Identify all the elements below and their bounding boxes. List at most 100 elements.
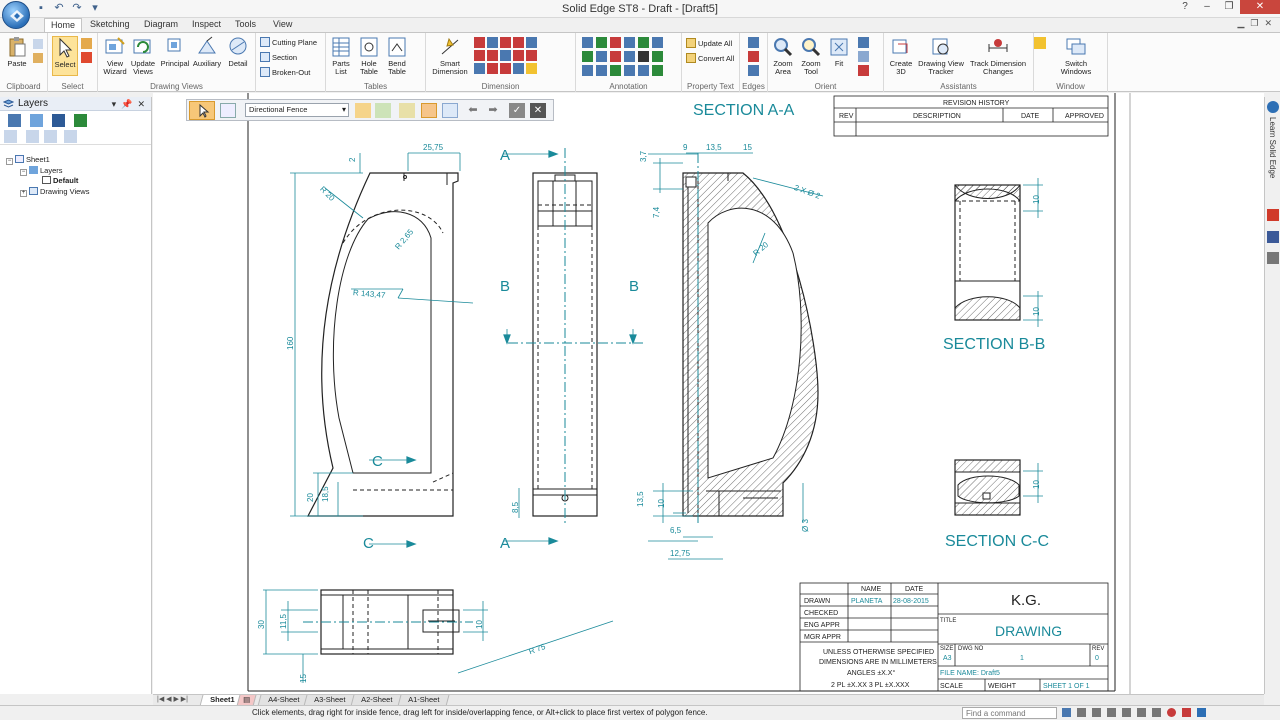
tab-sketching[interactable]: Sketching bbox=[84, 18, 136, 32]
dim-tool-icon[interactable] bbox=[526, 37, 537, 48]
dimension-text[interactable]: 6,5 bbox=[670, 526, 682, 535]
layer-tool-icon[interactable] bbox=[30, 114, 43, 127]
cutting-plane-button[interactable]: Cutting Plane bbox=[260, 36, 317, 49]
dimension-text[interactable]: R 2,65 bbox=[393, 227, 415, 251]
dim-tool-icon[interactable] bbox=[487, 37, 498, 48]
title-block[interactable]: NAME DATE DRAWN PLANETA 28-08-2015 CHECK… bbox=[799, 582, 1109, 692]
edges-tool-icon[interactable] bbox=[748, 37, 759, 48]
update-all-button[interactable]: Update All bbox=[686, 37, 732, 50]
front-view[interactable] bbox=[307, 172, 459, 517]
dim-tool-icon[interactable] bbox=[526, 63, 537, 74]
next-icon[interactable]: ➡ bbox=[485, 103, 501, 118]
close-button[interactable]: ✕ bbox=[1240, 0, 1280, 14]
doc-restore-button[interactable]: ❐ bbox=[1250, 18, 1258, 29]
zoom-in-status-icon[interactable] bbox=[1092, 708, 1101, 717]
annotation-tool-icon[interactable] bbox=[596, 37, 607, 48]
annotation-tool-icon[interactable] bbox=[652, 65, 663, 76]
dimension-text[interactable]: 10 bbox=[1032, 480, 1041, 489]
fence-rectangle-icon[interactable] bbox=[421, 103, 437, 118]
sheet-nav-arrows[interactable]: |◀ ◀ ▶ ▶| bbox=[157, 695, 188, 703]
restore-button[interactable]: ❐ bbox=[1218, 0, 1240, 14]
pan-status-icon[interactable] bbox=[1122, 708, 1131, 717]
dim-tool-icon[interactable] bbox=[513, 63, 524, 74]
select-button[interactable]: Select bbox=[52, 36, 78, 76]
tab-tools[interactable]: Tools bbox=[229, 18, 262, 32]
zoom-icon[interactable] bbox=[858, 51, 869, 62]
zoom-area-button[interactable]: Zoom Area bbox=[768, 36, 798, 76]
parts-list-button[interactable]: Parts List bbox=[326, 36, 356, 76]
upload-icon[interactable] bbox=[1197, 708, 1206, 717]
dimension-text[interactable]: 18,5 bbox=[321, 486, 330, 502]
annotation-tool-icon[interactable] bbox=[624, 51, 635, 62]
annotation-tool-icon[interactable] bbox=[638, 51, 649, 62]
revision-history-table[interactable]: REVISION HISTORY REV DESCRIPTION DATE AP… bbox=[833, 95, 1109, 137]
annotation-tool-icon[interactable] bbox=[652, 51, 663, 62]
fence-mode-dropdown[interactable]: Directional Fence bbox=[245, 103, 349, 117]
fence-overlap-icon[interactable] bbox=[442, 103, 458, 118]
dimension-text[interactable]: 7,4 bbox=[652, 206, 661, 218]
dim-tool-icon[interactable] bbox=[500, 37, 511, 48]
dimension-text[interactable]: 10 bbox=[657, 499, 666, 508]
tab-view[interactable]: View bbox=[267, 18, 298, 32]
collapse-icon[interactable]: − bbox=[6, 158, 13, 165]
doc-minimize-button[interactable]: ▁ bbox=[1237, 18, 1244, 29]
search-icon[interactable] bbox=[1062, 708, 1071, 717]
broken-out-button[interactable]: Broken-Out bbox=[260, 66, 310, 79]
siemens-icon[interactable] bbox=[1267, 252, 1279, 264]
copy-icon[interactable] bbox=[33, 53, 43, 63]
annotation-tool-icon[interactable] bbox=[610, 65, 621, 76]
dimension-text[interactable]: R 75 bbox=[528, 642, 547, 656]
dim-tool-icon[interactable] bbox=[513, 50, 524, 61]
zoom-tool-button[interactable]: Zoom Tool bbox=[796, 36, 826, 76]
dimension-text[interactable]: 2 X Ø 2 bbox=[793, 183, 822, 201]
minimize-button[interactable]: – bbox=[1196, 0, 1218, 14]
section-aa-title[interactable]: SECTION A-A bbox=[693, 102, 795, 119]
annotation-tool-icon[interactable] bbox=[582, 37, 593, 48]
section-c-c-view[interactable] bbox=[954, 459, 1021, 516]
switch-windows-button[interactable]: Switch Windows bbox=[1054, 36, 1098, 76]
select-arrow-button[interactable] bbox=[189, 101, 215, 120]
dimension-text[interactable]: 15 bbox=[743, 143, 752, 152]
section-b-b-view[interactable] bbox=[954, 184, 1021, 321]
dimension-text[interactable]: 13,5 bbox=[636, 491, 645, 507]
tab-home[interactable]: Home bbox=[44, 18, 83, 32]
application-button[interactable] bbox=[2, 1, 30, 29]
hole-table-button[interactable]: Hole Table bbox=[354, 36, 384, 76]
annotation-tool-icon[interactable] bbox=[624, 65, 635, 76]
tab-inspect[interactable]: Inspect bbox=[186, 18, 227, 32]
annotation-tool-icon[interactable] bbox=[596, 51, 607, 62]
paste-button[interactable]: Paste bbox=[3, 36, 31, 68]
dim-tool-icon[interactable] bbox=[487, 63, 498, 74]
smart-dimension-button[interactable]: Smart Dimension bbox=[432, 36, 468, 76]
convert-all-button[interactable]: Convert All bbox=[686, 52, 734, 65]
fit-status-icon[interactable] bbox=[1107, 708, 1116, 717]
help-circle-icon[interactable] bbox=[1267, 101, 1279, 113]
layer-tool-icon[interactable] bbox=[74, 114, 87, 127]
detail-button[interactable]: Detail bbox=[223, 36, 253, 68]
dimension-text[interactable]: R 143,47 bbox=[353, 288, 387, 300]
doc-close-button[interactable]: ✕ bbox=[1264, 18, 1272, 29]
dim-tool-icon[interactable] bbox=[474, 37, 485, 48]
dimension-text[interactable]: 10 bbox=[1032, 195, 1041, 204]
tree-item-layers[interactable]: − Layers bbox=[20, 166, 63, 176]
zoom-area-status-icon[interactable] bbox=[1077, 708, 1086, 717]
tree-item-sheet[interactable]: − Sheet1 bbox=[6, 155, 50, 165]
layer-tool-icon[interactable] bbox=[4, 130, 17, 143]
dim-tool-icon[interactable] bbox=[474, 63, 485, 74]
expand-icon[interactable]: + bbox=[20, 190, 27, 197]
dimension-text[interactable]: 11,5 bbox=[279, 613, 288, 629]
panel-menu-icon[interactable]: ▾ bbox=[112, 99, 117, 109]
layer-tool-icon[interactable] bbox=[26, 130, 39, 143]
cut-icon[interactable] bbox=[33, 39, 43, 49]
tree-item-default-layer[interactable]: Default bbox=[42, 176, 78, 186]
tab-diagram[interactable]: Diagram bbox=[138, 18, 184, 32]
dimension-text[interactable]: 9 bbox=[683, 143, 688, 152]
dimension-text[interactable]: 2 bbox=[348, 157, 357, 162]
track-dimension-changes-button[interactable]: Track Dimension Changes bbox=[968, 36, 1028, 76]
principal-button[interactable]: Principal bbox=[160, 36, 190, 68]
section-bb-title[interactable]: SECTION B-B bbox=[943, 336, 1045, 353]
drawing-canvas[interactable]: SECTION A-A SECTION B-B SECTION C-C A A … bbox=[153, 93, 1264, 694]
fit-button[interactable]: Fit bbox=[824, 36, 854, 68]
record-icon[interactable] bbox=[1167, 708, 1176, 717]
dimension-text[interactable]: 10 bbox=[475, 620, 484, 629]
